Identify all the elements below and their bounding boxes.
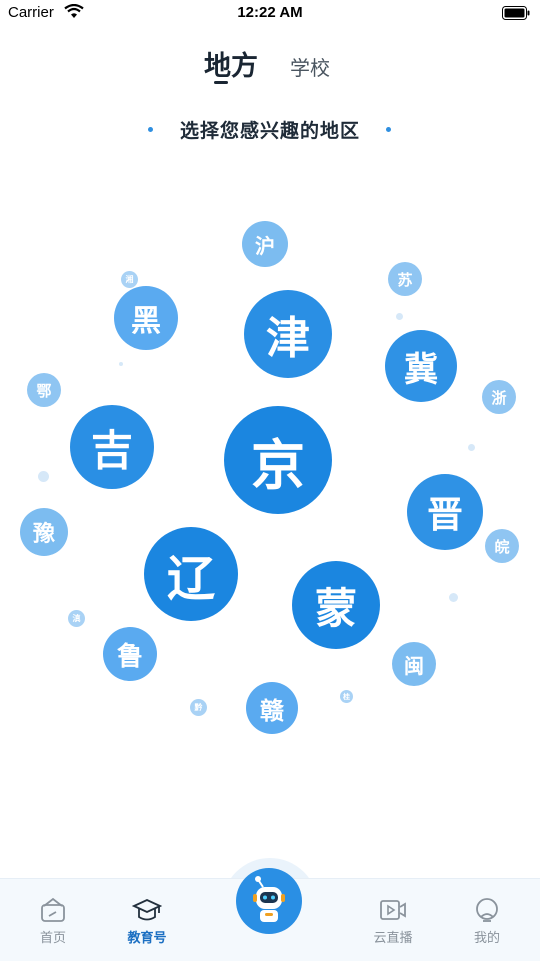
decor-dot <box>449 593 458 602</box>
region-bubble-gui[interactable]: 桂 <box>340 690 353 703</box>
region-label: 冀 <box>404 349 438 390</box>
region-bubble-wan[interactable]: 皖 <box>485 529 519 563</box>
home-icon <box>18 897 88 923</box>
assistant-robot-button[interactable] <box>236 868 302 934</box>
region-bubble-cloud: 京 津 吉 辽 蒙 冀 晋 黑 鲁 赣 沪 豫 闽 苏 浙 皖 鄂 湘 滇 黔 … <box>0 0 540 860</box>
region-bubble-hei[interactable]: 黑 <box>114 286 178 350</box>
region-bubble-dian[interactable]: 滇 <box>68 610 85 627</box>
profile-icon <box>452 897 522 923</box>
region-label: 苏 <box>397 270 413 289</box>
region-label: 京 <box>251 432 305 497</box>
region-bubble-e[interactable]: 鄂 <box>27 373 61 407</box>
tab-live[interactable]: 云直播 <box>358 897 428 946</box>
region-label: 桂 <box>343 691 350 701</box>
region-bubble-min[interactable]: 闽 <box>392 642 436 686</box>
decor-dot <box>468 444 475 451</box>
region-bubble-su[interactable]: 苏 <box>388 262 422 296</box>
region-label: 沪 <box>255 233 275 258</box>
region-label: 皖 <box>494 537 510 556</box>
decor-dot <box>38 471 49 482</box>
region-label: 豫 <box>32 521 55 547</box>
region-bubble-gan[interactable]: 赣 <box>246 682 298 734</box>
region-label: 鲁 <box>116 641 143 672</box>
tab-me[interactable]: 我的 <box>452 897 522 946</box>
region-label: 黔 <box>194 702 203 712</box>
region-label: 赣 <box>260 695 284 725</box>
region-bubble-yu[interactable]: 豫 <box>20 508 68 556</box>
region-bubble-jin[interactable]: 津 <box>244 290 332 378</box>
video-icon <box>358 897 428 923</box>
region-label: 辽 <box>166 551 215 607</box>
region-bubble-liao[interactable]: 辽 <box>144 527 238 621</box>
region-label: 黑 <box>131 304 161 339</box>
region-bubble-jing[interactable]: 京 <box>224 406 332 514</box>
region-bubble-meng[interactable]: 蒙 <box>292 561 380 649</box>
decor-dot <box>119 362 123 366</box>
tab-home-label: 首页 <box>39 931 66 946</box>
tab-edu-label: 教育号 <box>127 931 167 946</box>
tab-live-label: 云直播 <box>373 931 413 946</box>
region-label: 蒙 <box>314 583 357 633</box>
tab-edu[interactable]: 教育号 <box>112 897 182 946</box>
region-bubble-ji[interactable]: 吉 <box>70 405 154 489</box>
region-bubble-lu[interactable]: 鲁 <box>103 627 157 681</box>
region-label: 湘 <box>125 274 134 284</box>
decor-dot <box>396 313 403 320</box>
tab-home[interactable]: 首页 <box>18 897 88 946</box>
region-label: 晋 <box>426 494 463 536</box>
region-label: 吉 <box>90 425 133 475</box>
robot-icon <box>236 876 302 938</box>
region-bubble-qian[interactable]: 黔 <box>190 699 207 716</box>
graduation-cap-icon <box>112 897 182 923</box>
region-label: 闽 <box>404 653 424 678</box>
region-label: 津 <box>266 313 310 364</box>
region-bubble-xiang[interactable]: 湘 <box>121 271 138 288</box>
region-bubble-jin2[interactable]: 晋 <box>407 474 483 550</box>
region-bubble-hu[interactable]: 沪 <box>242 221 288 267</box>
tab-me-label: 我的 <box>473 931 500 946</box>
region-bubble-zhe[interactable]: 浙 <box>482 380 516 414</box>
region-label: 浙 <box>491 388 507 407</box>
region-label: 滇 <box>72 613 81 623</box>
region-label: 鄂 <box>36 381 52 400</box>
region-bubble-ji2[interactable]: 冀 <box>385 330 457 402</box>
